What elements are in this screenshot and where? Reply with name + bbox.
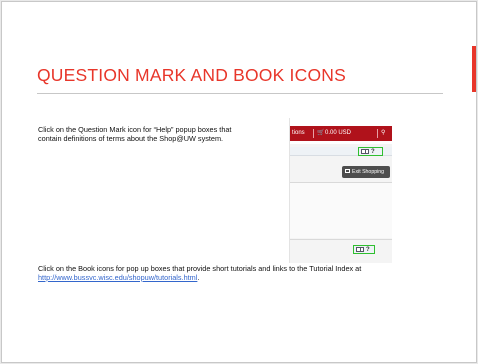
paragraph-question-mark: Click on the Question Mark icon for “Hel…	[38, 125, 232, 143]
cart-icon[interactable]: 🛒	[317, 126, 324, 141]
screenshot-top-bar: tions 🛒 0.00 USD ⚲	[290, 126, 392, 141]
book-icon[interactable]	[361, 149, 369, 154]
exit-shopping-button[interactable]: Exit Shopping	[342, 166, 390, 178]
question-mark-icon[interactable]: ?	[371, 149, 375, 155]
question-mark-icon[interactable]: ?	[366, 247, 370, 253]
title-divider	[37, 93, 443, 94]
slide: QUESTION MARK AND BOOK ICONS Click on th…	[1, 1, 477, 363]
tutorial-index-link[interactable]: http://www.bussvc.wisc.edu/shopuw/tutori…	[38, 273, 197, 282]
exit-shopping-label: Exit Shopping	[352, 169, 385, 175]
options-label: tions	[292, 130, 305, 136]
cart-amount: 0.00 USD	[325, 130, 352, 136]
paragraph-book-text: Click on the Book icons for pop up boxes…	[38, 264, 362, 273]
exit-icon	[345, 169, 350, 173]
divider	[290, 239, 392, 240]
shopuw-screenshot: tions 🛒 0.00 USD ⚲ ? Exit Shopping ?	[289, 118, 392, 263]
book-icon[interactable]	[356, 247, 364, 252]
help-icons-highlight: ?	[353, 245, 375, 254]
help-icons-highlight: ?	[358, 147, 383, 156]
bar-separator	[377, 129, 378, 138]
bar-separator	[313, 129, 314, 138]
paragraph-book-icons: Click on the Book icons for pop up boxes…	[38, 264, 388, 282]
slide-title: QUESTION MARK AND BOOK ICONS	[37, 65, 346, 85]
paragraph-book-suffix: .	[197, 272, 200, 282]
accent-bar	[472, 46, 476, 92]
content-area	[290, 183, 392, 238]
search-icon[interactable]: ⚲	[381, 126, 385, 141]
